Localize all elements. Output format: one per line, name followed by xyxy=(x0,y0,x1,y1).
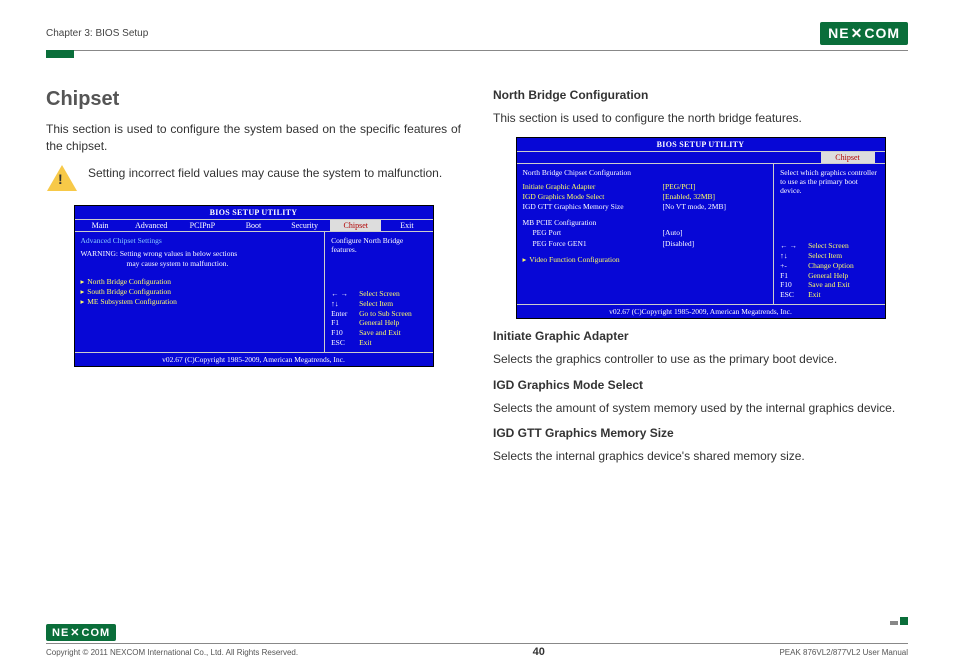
bios-section-title: Advanced Chipset Settings xyxy=(81,236,319,246)
chapter-label: Chapter 3: BIOS Setup xyxy=(46,28,148,39)
page-number: 40 xyxy=(533,646,545,658)
bios-warning-l1: WARNING: Setting wrong values in below s… xyxy=(81,249,319,259)
igd-gtt-heading: IGD GTT Graphics Memory Size xyxy=(493,426,908,440)
bios-section-title-r: North Bridge Chipset Configuration xyxy=(523,168,768,178)
bios-title: BIOS SETUP UTILITY xyxy=(75,206,433,219)
bios-pcie-head: MB PCIE Configuration xyxy=(523,218,768,228)
bios-row-igd-mode: IGD Graphics Mode Select[Enabled, 32MB] xyxy=(523,192,768,202)
north-bridge-intro: This section is used to configure the no… xyxy=(493,110,908,127)
bios-submenu-north-label: North Bridge Configuration xyxy=(87,277,171,286)
bios-title-r: BIOS SETUP UTILITY xyxy=(517,138,885,151)
igd-mode-body: Selects the amount of system memory used… xyxy=(493,400,908,417)
bios-submenu-south: ▸South Bridge Configuration xyxy=(81,287,319,297)
bios-row-igd-gtt: IGD GTT Graphics Memory Size[No VT mode,… xyxy=(523,202,768,212)
bios-submenu-video-label: Video Function Configuration xyxy=(529,255,619,264)
bios-tab-boot: Boot xyxy=(228,220,279,231)
bios-nav-hints-r: ← →Select Screen ↑↓Select Item +-Change … xyxy=(780,241,878,300)
bios-help-text-r: Select which graphics controller to use … xyxy=(780,168,878,195)
chipset-intro: This section is used to configure the sy… xyxy=(46,121,461,155)
bios-tabs: Main Advanced PCIPnP Boot Security Chips… xyxy=(75,219,433,232)
bios-tab-pcipnp: PCIPnP xyxy=(177,220,228,231)
bios-submenu-video: ▸Video Function Configuration xyxy=(523,255,768,265)
footer-decoration-icon xyxy=(890,617,908,625)
page-footer: NE✕COM Copyright © 2011 NEXCOM Internati… xyxy=(46,623,908,658)
bios-tab-exit: Exit xyxy=(381,220,432,231)
bios-tab-main: Main xyxy=(75,220,126,231)
igd-gtt-body: Selects the internal graphics device's s… xyxy=(493,448,908,465)
footer-rule xyxy=(46,643,908,644)
brand-logo: NE✕COM xyxy=(820,22,908,45)
igd-mode-heading: IGD Graphics Mode Select xyxy=(493,378,908,392)
bios-footer-r: v02.67 (C)Copyright 1985-2009, American … xyxy=(517,304,885,318)
bios-tab-chipset-r: Chipset xyxy=(821,152,875,163)
bios-submenu-me: ▸ME Subsystem Configuration xyxy=(81,297,319,307)
iga-body: Selects the graphics controller to use a… xyxy=(493,351,908,368)
bios-row-peg-port: PEG Port[Auto] xyxy=(523,228,768,238)
iga-heading: Initiate Graphic Adapter xyxy=(493,329,908,343)
bios-row-peg-gen1: PEG Force GEN1[Disabled] xyxy=(523,239,768,249)
header-rule xyxy=(46,50,908,51)
bios-submenu-south-label: South Bridge Configuration xyxy=(87,287,171,296)
bios-row-iga: Initiate Graphic Adapter[PEG/PCI] xyxy=(523,182,768,192)
footer-manual: PEAK 876VL2/877VL2 User Manual xyxy=(779,648,908,657)
bios-tab-chipset: Chipset xyxy=(330,220,381,231)
north-bridge-heading: North Bridge Configuration xyxy=(493,88,908,102)
bios-tab-advanced: Advanced xyxy=(126,220,177,231)
bios-warning-l2: may cause system to malfunction. xyxy=(81,259,319,269)
bios-tab-security: Security xyxy=(279,220,330,231)
bios-footer: v02.67 (C)Copyright 1985-2009, American … xyxy=(75,352,433,366)
bios-help-text: Configure North Bridge features. xyxy=(331,236,426,254)
warning-icon: ! xyxy=(46,165,78,193)
footer-logo: NE✕COM xyxy=(46,624,116,641)
bios-submenu-me-label: ME Subsystem Configuration xyxy=(87,297,177,306)
bios-nav-hints: ← →Select Screen ↑↓Select Item EnterGo t… xyxy=(331,289,426,348)
bios-screenshot-chipset: BIOS SETUP UTILITY Main Advanced PCIPnP … xyxy=(74,205,434,367)
bios-submenu-north: ▸North Bridge Configuration xyxy=(81,277,319,287)
section-heading-chipset: Chipset xyxy=(46,88,461,111)
warning-text: Setting incorrect field values may cause… xyxy=(88,165,442,193)
accent-bar xyxy=(46,50,74,58)
bios-screenshot-northbridge: BIOS SETUP UTILITY Chipset North Bridge … xyxy=(516,137,886,319)
footer-copyright: Copyright © 2011 NEXCOM International Co… xyxy=(46,648,298,657)
